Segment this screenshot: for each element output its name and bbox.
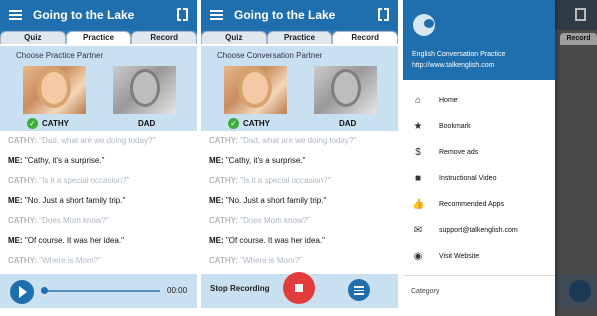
- practice-screen: Going to the Lake Quiz Practice Record C…: [0, 0, 197, 316]
- drawer-app-name: English Conversation Practice: [412, 51, 506, 58]
- play-button[interactable]: [10, 280, 34, 304]
- dialogue-line[interactable]: CATHY: "Dad, what are we doing today?": [201, 136, 398, 156]
- app-title: Going to the Lake: [33, 8, 135, 22]
- dialogue-line[interactable]: CATHY: "Where is Mom?": [0, 256, 197, 276]
- category-header: Category: [411, 288, 440, 295]
- book-icon: [575, 8, 586, 21]
- tab-bar: Quiz Practice Record: [0, 30, 197, 44]
- app-title: Going to the Lake: [234, 8, 336, 22]
- dad-photo[interactable]: [314, 66, 377, 114]
- check-icon: ✓: [228, 118, 239, 129]
- drawer-item-bookmark[interactable]: ★ Bookmark: [403, 118, 555, 138]
- audio-player: 00:00: [0, 274, 197, 308]
- book-icon[interactable]: [177, 8, 188, 21]
- drawer-header: English Conversation Practice http://www…: [403, 0, 555, 80]
- dimmed-bottom-bar: [555, 274, 597, 308]
- bookmark-icon: ★: [413, 121, 423, 132]
- tab-quiz[interactable]: Quiz: [201, 31, 267, 44]
- check-icon: ✓: [27, 118, 38, 129]
- email-icon: ✉: [413, 225, 423, 236]
- dad-photo[interactable]: [113, 66, 176, 114]
- seek-bar[interactable]: [42, 290, 160, 292]
- dialogue-line[interactable]: ME: "Of course. It was her idea.": [0, 236, 197, 256]
- dialogue-line[interactable]: CATHY: "Dad, what are we doing today?": [0, 136, 197, 156]
- dialogue-line[interactable]: ME: "Cathy, it's a surprise.": [0, 156, 197, 176]
- video-icon: ■: [414, 173, 422, 184]
- tab-record[interactable]: Record: [131, 31, 197, 44]
- cathy-photo[interactable]: [23, 66, 86, 114]
- stop-button[interactable]: [283, 272, 315, 304]
- tab-quiz[interactable]: Quiz: [0, 31, 66, 44]
- menu-icon[interactable]: [210, 10, 223, 20]
- partner-name-dad: DAD: [138, 119, 156, 128]
- drawer-item-support[interactable]: ✉ support@talkenglish.com: [403, 222, 555, 242]
- partner-selector: Choose Practice Partner ✓ CATHY DAD: [0, 44, 197, 131]
- dialogue-line[interactable]: ME: "No. Just a short family trip.": [0, 196, 197, 216]
- dialogue-line[interactable]: CATHY: "Is it a special occasion?": [201, 176, 398, 196]
- app-bar: Going to the Lake: [201, 0, 398, 30]
- globe-icon: ◉: [413, 251, 423, 262]
- dimmed-tab-record: Record: [560, 33, 597, 45]
- record-screen: Going to the Lake Quiz Practice Record C…: [201, 0, 398, 316]
- stop-recording-label: Stop Recording: [210, 284, 270, 293]
- dialogue-line[interactable]: CATHY: "Is it a special occasion?": [0, 176, 197, 196]
- partner-name-cathy: CATHY: [42, 119, 69, 128]
- dialogue-line[interactable]: CATHY: "Does Mom know?": [0, 216, 197, 236]
- talkenglish-logo-icon: [413, 14, 435, 36]
- dialogue-list: CATHY: "Dad, what are we doing today?" M…: [0, 131, 197, 276]
- cathy-photo[interactable]: [224, 66, 287, 114]
- partner-label: Choose Practice Partner: [16, 51, 104, 60]
- dialogue-line[interactable]: ME: "No. Just a short family trip.": [201, 196, 398, 216]
- tab-practice[interactable]: Practice: [266, 31, 333, 44]
- tab-practice[interactable]: Practice: [65, 31, 132, 44]
- dialogue-list: CATHY: "Dad, what are we doing today?" M…: [201, 131, 398, 276]
- partner-name-dad: DAD: [339, 119, 357, 128]
- thumbs-up-icon: 👍: [412, 199, 425, 210]
- tab-record[interactable]: Record: [332, 31, 398, 44]
- dialogue-line[interactable]: ME: "Cathy, it's a surprise.": [201, 156, 398, 176]
- home-icon: ⌂: [414, 95, 422, 106]
- tab-bar: Quiz Practice Record: [201, 30, 398, 44]
- drawer-item-home[interactable]: ⌂ Home: [403, 92, 555, 112]
- drawer-screen: Record English Conversation Practice htt…: [403, 0, 597, 316]
- time-display: 00:00: [167, 286, 188, 295]
- drawer-divider: [403, 275, 555, 276]
- seek-handle[interactable]: [41, 287, 48, 294]
- app-bar: Going to the Lake: [0, 0, 197, 30]
- drawer-url: http://www.talkenglish.com: [412, 62, 495, 69]
- dialogue-line[interactable]: ME: "Of course. It was her idea.": [201, 236, 398, 256]
- drawer-item-video[interactable]: ■ Instructional Video: [403, 170, 555, 190]
- record-bar: Stop Recording: [201, 272, 398, 308]
- menu-icon[interactable]: [9, 10, 22, 20]
- list-icon[interactable]: [348, 279, 370, 301]
- navigation-drawer: English Conversation Practice http://www…: [403, 0, 555, 316]
- drawer-item-website[interactable]: ◉ Visit Website: [403, 248, 555, 268]
- partner-name-cathy: CATHY: [243, 119, 270, 128]
- partner-selector: Choose Conversation Partner ✓ CATHY DAD: [201, 44, 398, 131]
- partner-label: Choose Conversation Partner: [217, 51, 323, 60]
- drawer-item-remove-ads[interactable]: $ Remove ads: [403, 144, 555, 164]
- dollar-icon: $: [415, 147, 421, 158]
- list-icon: [569, 280, 591, 302]
- book-icon[interactable]: [378, 8, 389, 21]
- dialogue-line[interactable]: CATHY: "Does Mom know?": [201, 216, 398, 236]
- background-scrim[interactable]: Record: [555, 0, 597, 316]
- drawer-item-recommended-apps[interactable]: 👍 Recommended Apps: [403, 196, 555, 216]
